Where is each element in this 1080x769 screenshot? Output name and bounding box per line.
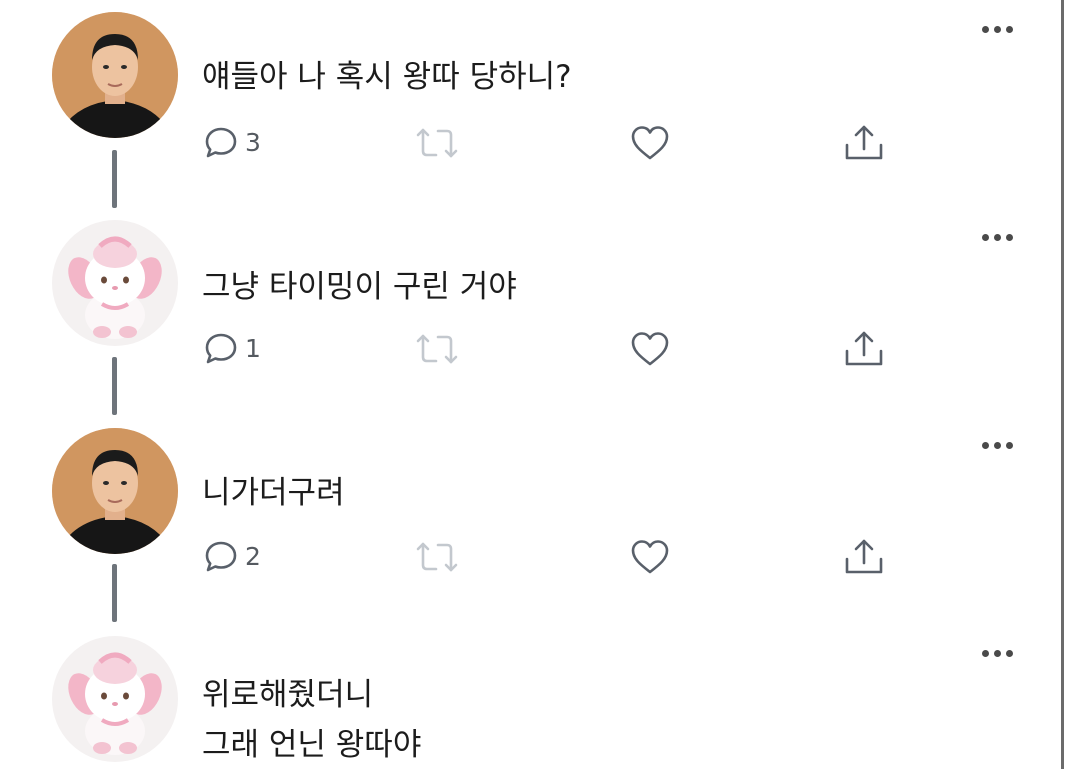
tweet-text: 니가더구려 — [202, 468, 345, 518]
plush-bunny-avatar[interactable] — [52, 636, 178, 762]
share-icon — [845, 125, 883, 160]
retweet-button[interactable] — [414, 540, 460, 574]
thread-connector — [112, 357, 117, 415]
heart-icon — [631, 540, 669, 574]
retweet-button[interactable] — [414, 332, 460, 366]
scrollbar[interactable] — [1061, 0, 1064, 769]
heart-icon — [631, 126, 669, 160]
more-options-icon[interactable] — [982, 26, 1013, 33]
reply-icon — [205, 541, 237, 572]
more-options-icon[interactable] — [982, 234, 1013, 241]
reply-count: 2 — [245, 541, 261, 571]
reply-count: 1 — [245, 333, 261, 363]
thread-view: 얘들아 나 혹시 왕따 당하니? 3 그냥 타이밍이 구린 거야 1 니가더구려… — [0, 0, 1080, 769]
share-button[interactable] — [843, 124, 885, 162]
thread-connector — [112, 150, 117, 208]
reply-count: 3 — [245, 127, 261, 157]
retweet-icon — [416, 128, 458, 158]
reply-button[interactable]: 3 — [203, 124, 261, 160]
reply-button[interactable]: 2 — [203, 538, 261, 574]
share-icon — [845, 331, 883, 366]
person-avatar[interactable] — [52, 12, 178, 138]
more-options-icon[interactable] — [982, 650, 1013, 657]
more-options-icon[interactable] — [982, 442, 1013, 449]
tweet-text-line: 위로해줬더니 — [202, 677, 374, 713]
retweet-icon — [416, 334, 458, 364]
heart-icon — [631, 332, 669, 366]
reply-icon — [205, 333, 237, 364]
plush-bunny-avatar[interactable] — [52, 220, 178, 346]
reply-button[interactable]: 1 — [203, 330, 261, 366]
tweet-text: 위로해줬더니 그래 언닌 왕따야 — [202, 670, 421, 769]
tweet-text-line: 니가더구려 — [202, 475, 345, 511]
tweet-text: 얘들아 나 혹시 왕따 당하니? — [202, 52, 572, 102]
tweet-text-line: 그냥 타이밍이 구린 거야 — [202, 269, 517, 305]
tweet-text: 그냥 타이밍이 구린 거야 — [202, 262, 517, 312]
person-avatar[interactable] — [52, 428, 178, 554]
like-button[interactable] — [629, 538, 671, 576]
thread-connector — [112, 564, 117, 622]
reply-icon — [205, 127, 237, 158]
like-button[interactable] — [629, 330, 671, 368]
share-button[interactable] — [843, 538, 885, 576]
retweet-button[interactable] — [414, 126, 460, 160]
tweet-text-line: 그래 언닌 왕따야 — [202, 727, 422, 763]
tweet-text-line: 얘들아 나 혹시 왕따 당하니? — [202, 59, 572, 95]
share-button[interactable] — [843, 330, 885, 368]
retweet-icon — [416, 542, 458, 572]
like-button[interactable] — [629, 124, 671, 162]
share-icon — [845, 539, 883, 574]
